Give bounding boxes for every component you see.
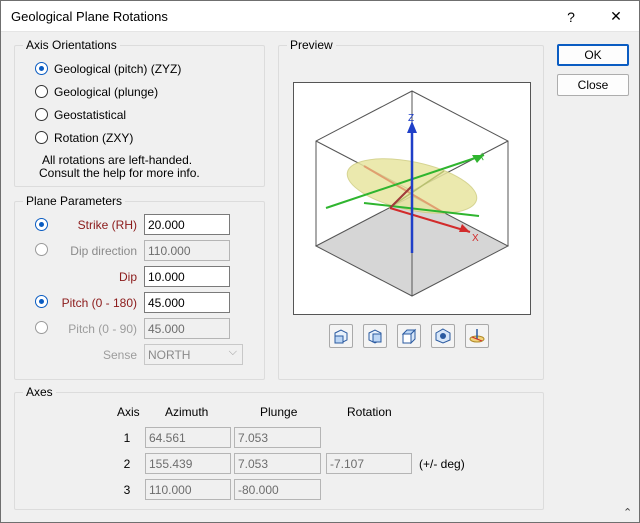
sense-label: Sense <box>102 348 137 362</box>
radio-geostatistical[interactable] <box>35 108 48 121</box>
pitch-90-input[interactable]: 45.000 <box>144 318 230 339</box>
close-button[interactable]: Close <box>557 74 629 96</box>
axis-1-label: 1 <box>123 431 131 445</box>
radio-geological-plunge-label[interactable]: Geological (plunge) <box>54 85 158 99</box>
view-plane-icon <box>469 329 485 343</box>
radio-dip-direction[interactable] <box>35 243 48 256</box>
help-icon: ? <box>567 8 575 25</box>
plane-parameters-group: Plane Parameters Strike (RH) 20.000 Dip … <box>14 194 265 380</box>
header-azimuth: Azimuth <box>165 405 209 419</box>
pitch-180-label: Pitch (0 - 180) <box>61 296 137 310</box>
axis-2-azimuth[interactable]: 155.439 <box>145 453 231 474</box>
dip-label: Dip <box>118 270 137 284</box>
radio-strike[interactable] <box>35 218 48 231</box>
axis-2-plunge[interactable]: 7.053 <box>234 453 321 474</box>
view-front-icon <box>334 329 348 344</box>
radio-geological-pitch[interactable] <box>35 62 48 75</box>
header-axis: Axis <box>117 405 140 419</box>
preview-3d-view: Y X Z <box>314 90 510 297</box>
axis-2-rotation[interactable]: -7.107 <box>326 453 412 474</box>
view-rotate-button[interactable] <box>431 324 455 348</box>
view-side-icon <box>368 329 382 344</box>
dip-input[interactable]: 10.000 <box>144 266 230 287</box>
axis-3-azimuth[interactable]: 110.000 <box>145 479 231 500</box>
rotation-unit-label: (+/- deg) <box>419 457 465 471</box>
preview-canvas[interactable]: Y X Z <box>293 82 531 315</box>
close-icon: ✕ <box>610 8 622 24</box>
axis-3-plunge[interactable]: -80.000 <box>234 479 321 500</box>
header-plunge: Plunge <box>260 405 298 419</box>
radio-pitch-180[interactable] <box>35 295 48 308</box>
axes-group: Axes Axis Azimuth Plunge Rotation 1 64.5… <box>14 385 544 510</box>
dip-direction-input[interactable]: 110.000 <box>144 240 230 261</box>
dip-direction-label: Dip direction <box>70 244 137 258</box>
view-iso-button[interactable] <box>397 324 421 348</box>
help-note: Consult the help for more info. <box>39 166 200 180</box>
axis-2-label: 2 <box>123 457 131 471</box>
view-iso-icon <box>401 328 417 344</box>
axis-orientations-label: Axis Orientations <box>23 38 120 52</box>
axis-3-label: 3 <box>123 483 131 497</box>
view-plane-button[interactable] <box>465 324 489 348</box>
radio-rotation-zxy[interactable] <box>35 131 48 144</box>
ok-button[interactable]: OK <box>557 44 629 66</box>
y-axis-label: Y <box>476 151 488 164</box>
x-axis-label: X <box>472 233 479 244</box>
axis-1-plunge[interactable]: 7.053 <box>234 427 321 448</box>
radio-pitch-90[interactable] <box>35 321 48 334</box>
chevron-up-icon[interactable]: ⌃ <box>623 506 632 519</box>
pitch-90-label: Pitch (0 - 90) <box>68 322 137 336</box>
sense-value: NORTH <box>148 348 191 362</box>
sense-select[interactable]: NORTH ⌵ <box>144 344 243 365</box>
radio-rotation-zxy-label[interactable]: Rotation (ZXY) <box>54 131 133 145</box>
view-rotate-icon <box>435 328 451 344</box>
axis-orientations-group: Axis Orientations Geological (pitch) (ZY… <box>14 38 265 187</box>
preview-group: Preview Y X Z <box>278 38 544 380</box>
title-bar: Geological Plane Rotations ? ✕ <box>1 1 639 32</box>
view-side-button[interactable] <box>363 324 387 348</box>
radio-geological-plunge[interactable] <box>35 85 48 98</box>
axes-label: Axes <box>23 385 56 399</box>
plane-parameters-label: Plane Parameters <box>23 194 126 208</box>
axis-1-azimuth[interactable]: 64.561 <box>145 427 231 448</box>
pitch-180-input[interactable]: 45.000 <box>144 292 230 313</box>
help-button[interactable]: ? <box>548 1 594 32</box>
handedness-note: All rotations are left-handed. <box>42 153 193 167</box>
close-window-button[interactable]: ✕ <box>593 1 639 32</box>
view-front-button[interactable] <box>329 324 353 348</box>
preview-label: Preview <box>287 38 336 52</box>
z-axis-label: Z <box>408 113 414 124</box>
window-title: Geological Plane Rotations <box>11 9 168 24</box>
chevron-down-icon: ⌵ <box>228 346 237 358</box>
strike-input[interactable]: 20.000 <box>144 214 230 235</box>
strike-label: Strike (RH) <box>77 218 137 232</box>
radio-geological-pitch-label[interactable]: Geological (pitch) (ZYZ) <box>54 62 181 76</box>
header-rotation: Rotation <box>347 405 392 419</box>
radio-geostatistical-label[interactable]: Geostatistical <box>54 108 126 122</box>
dialog-window: Geological Plane Rotations ? ✕ Axis Orie… <box>0 0 640 523</box>
